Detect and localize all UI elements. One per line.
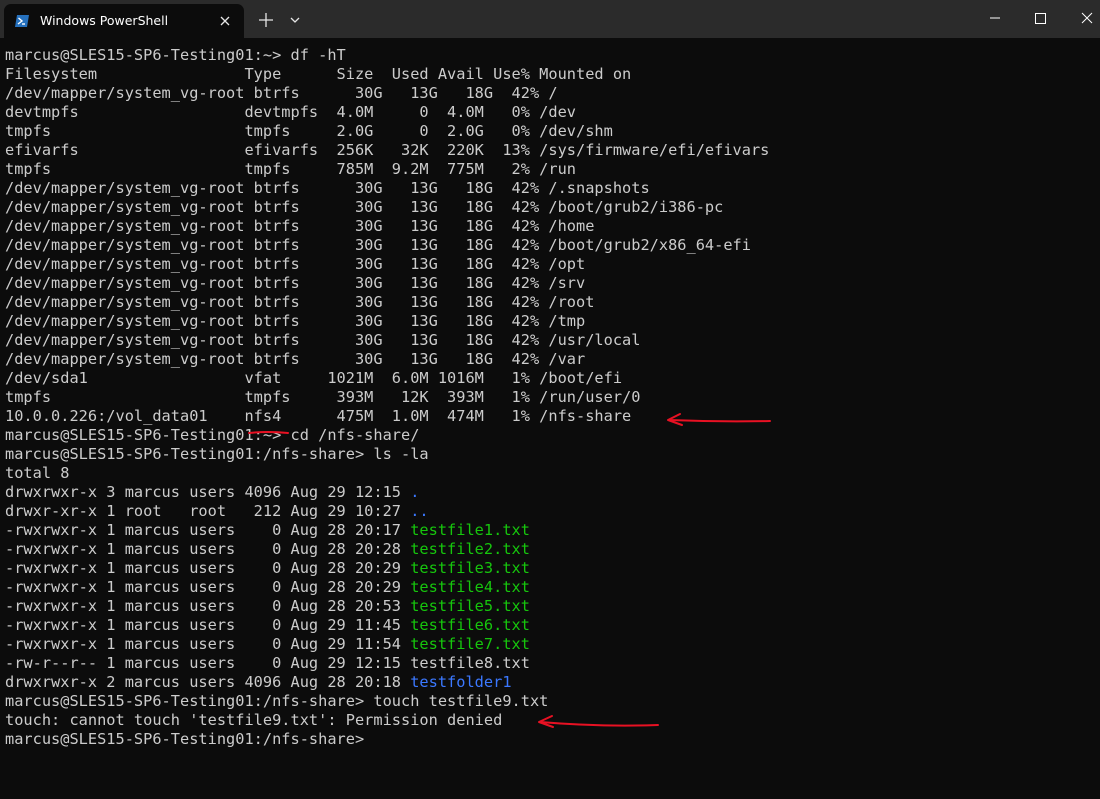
red-annotation-marks [248,413,771,728]
nfs4-underline [248,431,289,434]
arrow-mount-line [668,419,771,423]
terminal-window: Windows PowerShell marcus@SLES15-SP6-Tes… [0,0,1100,799]
arrow-permission-line [539,721,659,727]
